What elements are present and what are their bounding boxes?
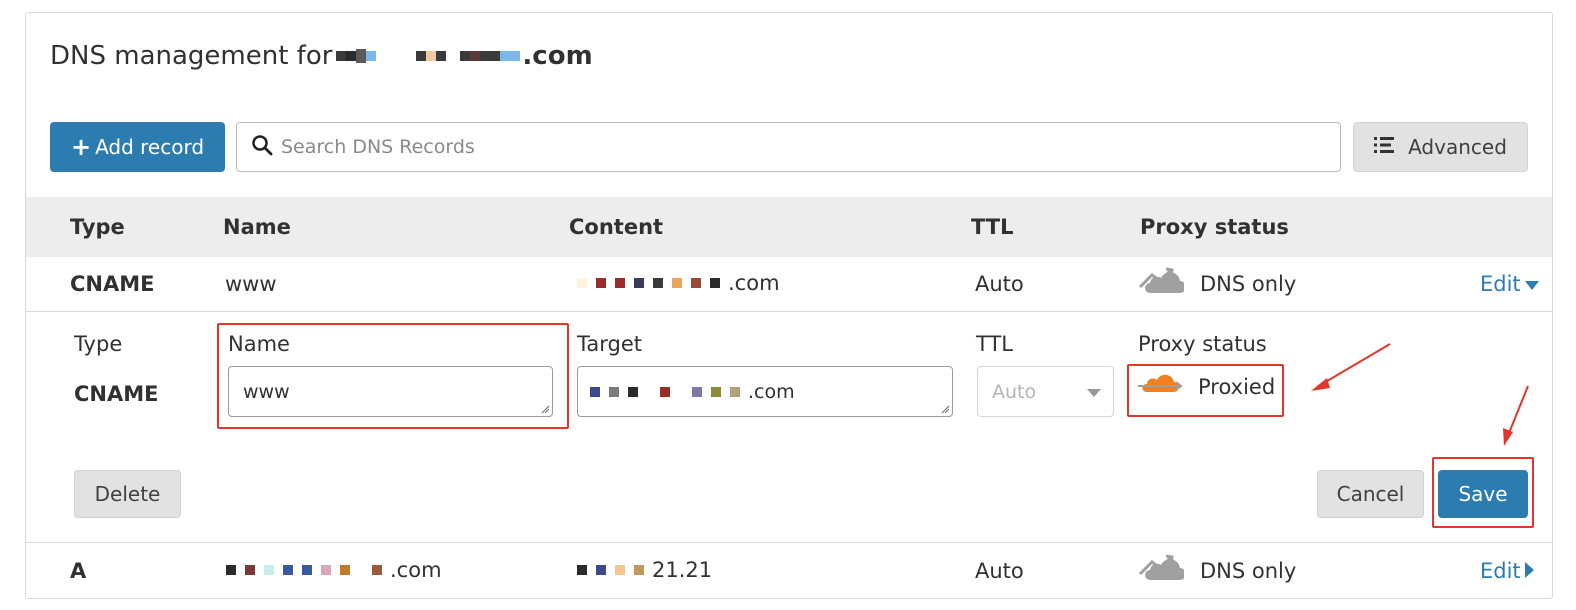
record-proxy-status: DNS only xyxy=(1138,265,1296,302)
search-input[interactable] xyxy=(281,136,1281,158)
orange-cloud-icon xyxy=(1138,372,1184,401)
header-proxy-status[interactable]: Proxy status xyxy=(1140,215,1289,239)
record-content: 21.21 xyxy=(542,550,712,590)
plus-icon: + xyxy=(70,133,92,161)
advanced-label: Advanced xyxy=(1408,135,1507,159)
record-ttl: Auto xyxy=(975,272,1024,296)
cancel-button[interactable]: Cancel xyxy=(1317,470,1424,518)
advanced-button[interactable]: Advanced xyxy=(1353,122,1528,172)
page-title-prefix: DNS management for xyxy=(50,41,333,71)
name-input[interactable]: www xyxy=(228,366,553,417)
record-content: .com xyxy=(569,263,780,303)
redacted-name xyxy=(218,550,390,590)
header-content[interactable]: Content xyxy=(569,215,663,239)
editor-target-label: Target xyxy=(577,332,642,356)
resize-grip-icon[interactable] xyxy=(940,404,950,414)
dns-management-card: DNS management for .com + Add record Adv… xyxy=(25,12,1553,599)
header-ttl[interactable]: TTL xyxy=(971,215,1014,239)
filter-list-icon xyxy=(1374,135,1396,159)
record-ttl: Auto xyxy=(975,559,1024,583)
record-name: .com xyxy=(218,550,442,590)
page-title: DNS management for .com xyxy=(50,41,593,71)
name-input-value: www xyxy=(243,380,290,403)
record-type: A xyxy=(70,559,87,583)
redacted-target xyxy=(582,372,748,411)
ttl-select[interactable]: Auto xyxy=(977,366,1114,417)
edit-label: Edit xyxy=(1480,272,1521,296)
table-row[interactable]: CNAME www .com Auto DNS only Edit xyxy=(26,257,1552,311)
editor-name-label: Name xyxy=(228,332,290,356)
target-input-value: .com xyxy=(748,380,795,403)
editor-type-value: CNAME xyxy=(74,382,159,406)
table-row[interactable]: A .com 21.21 Auto DNS only Edit xyxy=(26,543,1552,598)
proxy-toggle[interactable]: Proxied xyxy=(1138,372,1275,401)
record-name: www xyxy=(225,272,277,296)
table-header: Type Name Content TTL Proxy status xyxy=(26,197,1552,257)
add-record-label: Add record xyxy=(95,135,205,159)
ttl-select-value: Auto xyxy=(992,380,1037,403)
edit-link[interactable]: Edit xyxy=(1480,559,1535,583)
save-button[interactable]: Save xyxy=(1438,470,1528,518)
chevron-down-icon xyxy=(1087,381,1101,403)
record-content-suffix: .com xyxy=(728,271,780,295)
caret-right-icon xyxy=(1524,559,1535,583)
gray-cloud-icon xyxy=(1138,265,1186,302)
proxied-text: Proxied xyxy=(1198,374,1276,399)
editor-ttl-label: TTL xyxy=(976,332,1013,356)
redacted-domain xyxy=(336,41,521,71)
record-proxy-status: DNS only xyxy=(1138,552,1296,589)
resize-grip-icon[interactable] xyxy=(540,404,550,414)
record-name-suffix: .com xyxy=(390,558,442,582)
page-title-domain: .com xyxy=(522,41,593,71)
header-type[interactable]: Type xyxy=(70,215,125,239)
record-type: CNAME xyxy=(70,272,155,296)
header-name[interactable]: Name xyxy=(223,215,291,239)
target-input[interactable]: .com xyxy=(577,366,953,417)
proxy-status-text: DNS only xyxy=(1200,558,1297,583)
redacted-content xyxy=(542,550,652,590)
editor-type-label: Type xyxy=(74,332,123,356)
edit-panel: Type CNAME Name www Target .com TTL Auto… xyxy=(26,312,1552,542)
editor-proxy-label: Proxy status xyxy=(1138,332,1267,356)
search-icon xyxy=(251,134,273,160)
add-record-button[interactable]: + Add record xyxy=(50,122,225,172)
caret-down-icon xyxy=(1524,272,1539,296)
redacted-content xyxy=(569,263,728,303)
record-content-suffix: 21.21 xyxy=(652,558,713,582)
gray-cloud-icon xyxy=(1138,552,1186,589)
delete-button[interactable]: Delete xyxy=(74,470,181,518)
edit-label: Edit xyxy=(1480,559,1521,583)
edit-link[interactable]: Edit xyxy=(1480,272,1539,296)
proxy-status-text: DNS only xyxy=(1200,271,1297,296)
search-field[interactable] xyxy=(236,122,1341,172)
